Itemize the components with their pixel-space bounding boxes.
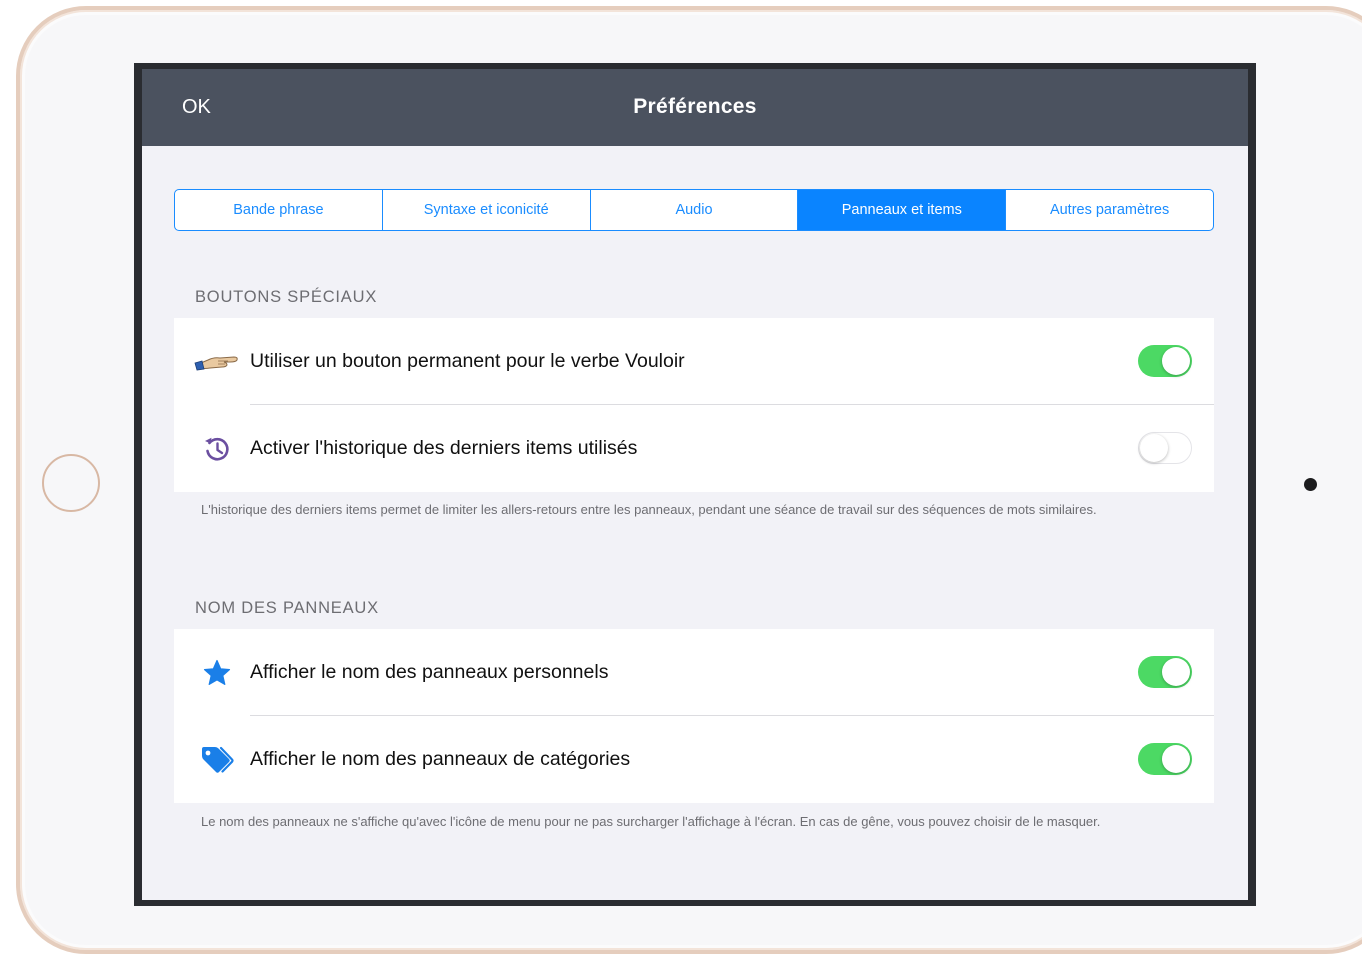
navigation-bar: OK Préférences xyxy=(142,69,1248,146)
settings-row-panneaux-personnels: Afficher le nom des panneaux personnels xyxy=(174,629,1214,716)
row-label-verbe-vouloir: Utiliser un bouton permanent pour le ver… xyxy=(250,350,685,372)
toggle-panneaux-personnels[interactable] xyxy=(1138,656,1192,688)
camera-icon xyxy=(1304,478,1317,491)
toggle-knob xyxy=(1162,658,1190,686)
app-screen: OK Préférences Bande phrase Syntaxe et i… xyxy=(142,69,1248,900)
history-icon xyxy=(194,431,240,467)
row-label-panneaux-categories: Afficher le nom des panneaux de catégori… xyxy=(250,748,631,770)
star-icon xyxy=(194,655,240,691)
toggle-panneaux-categories[interactable] xyxy=(1138,743,1192,775)
section-header-nom-des-panneaux: NOM DES PANNEAUX xyxy=(195,599,379,617)
row-label-historique: Activer l'historique des derniers items … xyxy=(250,437,638,459)
row-label-panneaux-personnels: Afficher le nom des panneaux personnels xyxy=(250,661,609,683)
tab-syntaxe-et-iconicite[interactable]: Syntaxe et iconicité xyxy=(383,190,591,230)
toggle-verbe-vouloir[interactable] xyxy=(1138,345,1192,377)
tabs-segmented-control: Bande phrase Syntaxe et iconicité Audio … xyxy=(174,189,1214,231)
toggle-knob xyxy=(1162,347,1190,375)
tab-panneaux-et-items[interactable]: Panneaux et items xyxy=(798,190,1007,230)
toggle-historique[interactable] xyxy=(1138,432,1192,464)
toggle-knob xyxy=(1162,745,1190,773)
pointing-hand-icon xyxy=(194,344,240,380)
section-footer-nom-des-panneaux: Le nom des panneaux ne s'affiche qu'avec… xyxy=(201,814,1101,829)
section-header-boutons-speciaux: BOUTONS SPÉCIAUX xyxy=(195,288,378,306)
settings-group-boutons-speciaux: Utiliser un bouton permanent pour le ver… xyxy=(174,318,1214,492)
tab-autres-parametres[interactable]: Autres paramètres xyxy=(1006,190,1213,230)
settings-row-panneaux-categories: Afficher le nom des panneaux de catégori… xyxy=(174,716,1214,803)
tag-icon xyxy=(194,742,240,778)
settings-row-verbe-vouloir: Utiliser un bouton permanent pour le ver… xyxy=(174,318,1214,405)
section-footer-boutons-speciaux: L'historique des derniers items permet d… xyxy=(201,502,1097,517)
toggle-knob xyxy=(1140,433,1168,462)
settings-row-historique: Activer l'historique des derniers items … xyxy=(174,405,1214,492)
page-title: Préférences xyxy=(633,95,757,118)
tab-audio[interactable]: Audio xyxy=(591,190,799,230)
settings-group-nom-des-panneaux: Afficher le nom des panneaux personnels … xyxy=(174,629,1214,803)
tab-bande-phrase[interactable]: Bande phrase xyxy=(175,190,383,230)
home-button[interactable] xyxy=(42,454,100,512)
